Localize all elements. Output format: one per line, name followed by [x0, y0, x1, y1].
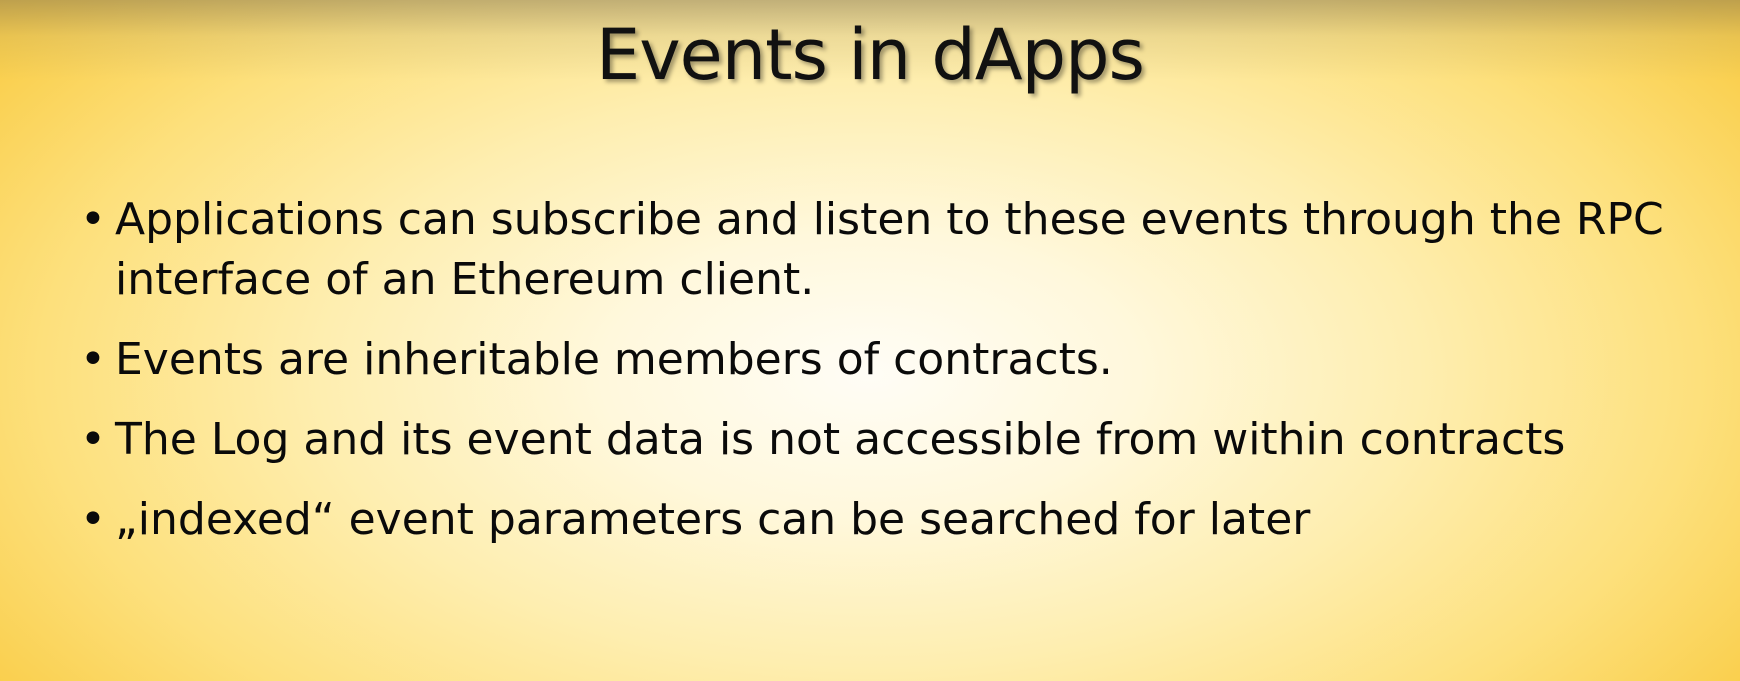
bullet-text: „indexed“ event parameters can be search… [115, 494, 1311, 545]
bullet-text: The Log and its event data is not access… [115, 414, 1566, 465]
slide-title: Events in dApps [596, 14, 1145, 96]
bullet-item-indexed: • „indexed“ event parameters can be sear… [75, 490, 1725, 550]
bullet-item-log-access: • The Log and its event data is not acce… [75, 410, 1725, 470]
bullet-item-inheritable: • Events are inheritable members of cont… [75, 330, 1725, 390]
bullet-item-subscribe: • Applications can subscribe and listen … [75, 190, 1725, 310]
bullet-list: • Applications can subscribe and listen … [75, 190, 1725, 570]
bullet-dot: • [80, 494, 106, 545]
bullet-dot: • [80, 194, 106, 245]
bullet-dot: • [80, 414, 106, 465]
bullet-text: Applications can subscribe and listen to… [115, 194, 1664, 305]
bullet-text: Events are inheritable members of contra… [115, 334, 1113, 385]
bullet-dot: • [80, 334, 106, 385]
